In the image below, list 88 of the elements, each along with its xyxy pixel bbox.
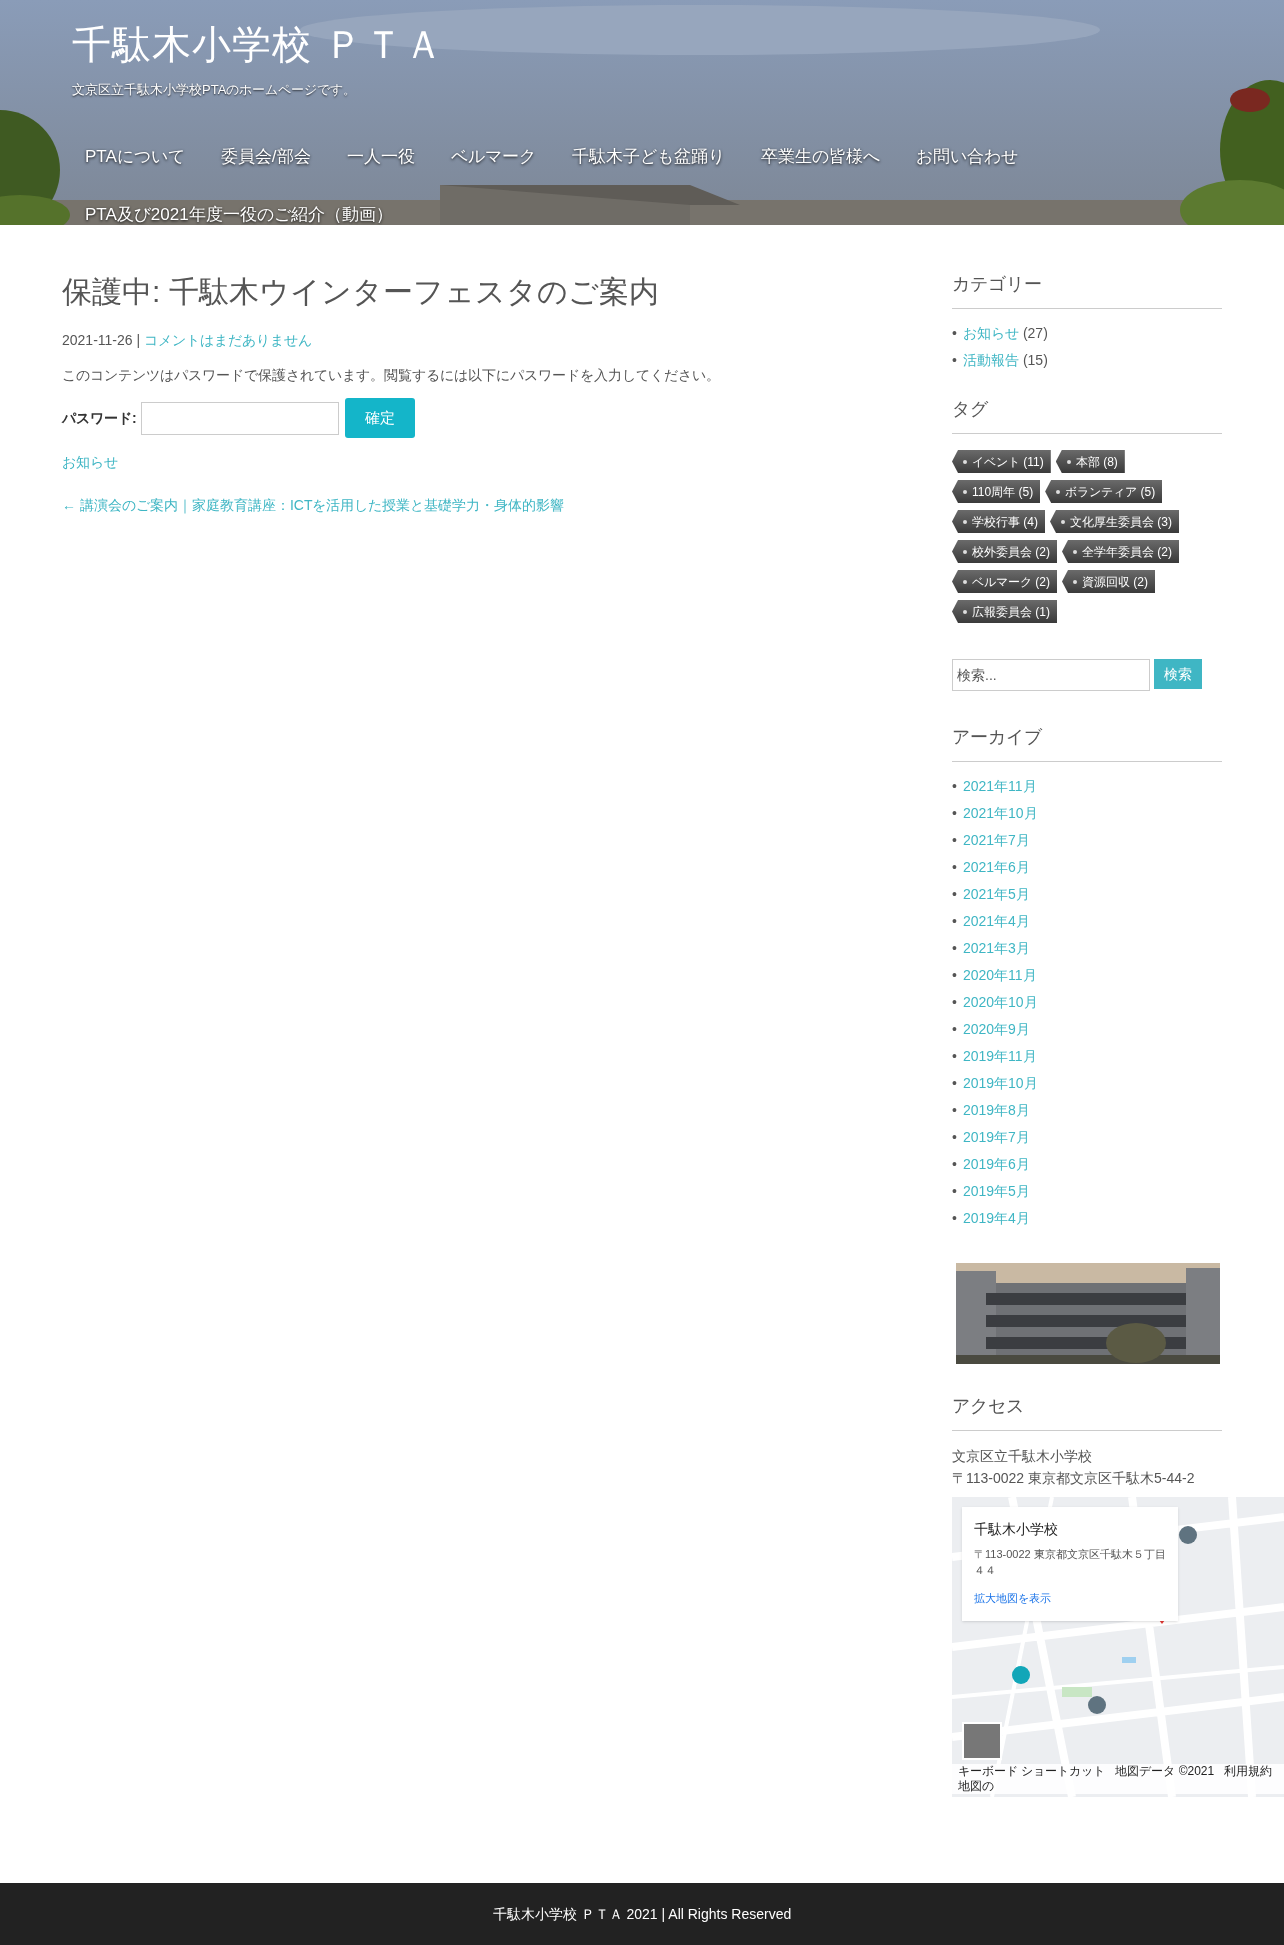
archive-link[interactable]: 2019年5月 [962, 1183, 1030, 1199]
comments-link[interactable]: コメントはまだありません [144, 330, 313, 351]
tag-link[interactable]: 広報委員会 (1) [952, 600, 1057, 623]
site-title[interactable]: 千駄木小学校 ＰＴＡ [72, 22, 1284, 68]
widget-title: アクセス [952, 1395, 1025, 1418]
satellite-view-button[interactable] [962, 1722, 1002, 1760]
archive-link[interactable]: 2019年8月 [962, 1102, 1030, 1118]
bullet: • [952, 832, 957, 848]
place-name: 千駄木小学校 [974, 1520, 1059, 1539]
category-link[interactable]: 活動報告 [962, 352, 1019, 368]
nav-link[interactable]: PTA及び2021年度一役のご紹介（動画） [72, 185, 406, 225]
bullet: • [952, 1183, 957, 1199]
tag-link[interactable]: 本部 (8) [1055, 450, 1125, 473]
category-link[interactable]: お知らせ [62, 452, 118, 473]
archive-link[interactable]: 2021年7月 [962, 832, 1030, 848]
nav-link[interactable]: PTAについて [72, 127, 198, 186]
archive-link[interactable]: 2021年4月 [962, 913, 1030, 929]
archive-link[interactable]: 2019年6月 [962, 1156, 1030, 1172]
footer-text: 千駄木小学校 ＰＴＡ 2021 | All Rights Reserved [492, 1904, 792, 1924]
post-date: 2021-11-26 [62, 331, 133, 350]
tag-link[interactable]: イベント (11) [952, 450, 1051, 473]
password-label: パスワード: [62, 408, 137, 428]
nav-link[interactable]: 千駄木子ども盆踊り [558, 127, 738, 186]
submit-button[interactable]: 確定 [344, 398, 415, 438]
archive-link[interactable]: 2019年11月 [962, 1048, 1037, 1064]
bullet: • [952, 778, 957, 794]
widget-title: カテゴリー [952, 273, 1043, 296]
archive-link[interactable]: 2021年11月 [962, 778, 1037, 794]
bullet: • [952, 1048, 957, 1064]
tag-link[interactable]: ベルマーク (2) [952, 570, 1057, 593]
archive-link[interactable]: 2020年10月 [962, 994, 1038, 1010]
map-attribution-link[interactable]: 地図の [958, 1779, 994, 1794]
nav-link[interactable]: お問い合わせ [902, 127, 1031, 186]
larger-map-link[interactable]: 拡大地図を表示 [974, 1590, 1051, 1607]
tag-link[interactable]: 全学年委員会 (2) [1062, 540, 1179, 563]
protected-notice: このコンテンツはパスワードで保護されています。閲覧するには以下にパスワードを入力してください。 [62, 366, 721, 385]
map-attribution-link[interactable]: 利用規約 [1224, 1764, 1273, 1779]
search-field[interactable]: 検索... [952, 659, 1150, 691]
map-attribution-link[interactable]: キーボード ショートカット [958, 1764, 1106, 1779]
tag-link[interactable]: 学校行事 (4) [952, 510, 1045, 533]
bullet: • [952, 1129, 957, 1145]
archive-link[interactable]: 2021年6月 [962, 859, 1030, 875]
map-attribution-link[interactable]: 地図データ ©2021 [1115, 1764, 1215, 1779]
bullet: • [952, 1156, 957, 1172]
address-line: 文京区立千駄木小学校 [952, 1447, 1092, 1466]
bullet: • [952, 325, 957, 341]
tag-link[interactable]: 110周年 (5) [952, 480, 1041, 503]
bullet: • [952, 1021, 957, 1037]
place-address: 〒113-0022 東京都文京区千駄木５丁目４４ [974, 1547, 1166, 1578]
bullet: • [952, 967, 957, 983]
post-title: 保護中: 千駄木ウインターフェスタのご案内 [62, 274, 660, 310]
tag-link[interactable]: 文化厚生委員会 (3) [1050, 510, 1179, 533]
archive-link[interactable]: 2020年9月 [962, 1021, 1030, 1037]
bullet: • [952, 913, 957, 929]
separator: | [136, 331, 141, 350]
archive-link[interactable]: 2020年11月 [962, 967, 1037, 983]
archive-link[interactable]: 2019年10月 [962, 1075, 1038, 1091]
post-count: (15) [1022, 352, 1048, 368]
bullet: • [952, 886, 957, 902]
bullet: • [952, 859, 957, 875]
nav-link[interactable]: 一人一役 [333, 127, 428, 186]
archive-link[interactable]: 2019年7月 [962, 1129, 1030, 1145]
bullet: • [952, 352, 957, 368]
bullet: • [952, 994, 957, 1010]
search-button[interactable]: 検索 [1154, 659, 1202, 689]
archive-link[interactable]: 2021年3月 [962, 940, 1030, 956]
archive-link[interactable]: 2019年4月 [962, 1210, 1030, 1226]
tag-link[interactable]: ボランティア (5) [1045, 480, 1163, 503]
tag-link[interactable]: 校外委員会 (2) [952, 540, 1057, 563]
nav-link[interactable]: 委員会/部会 [207, 127, 324, 186]
site-tagline: 文京区立千駄木小学校PTAのホームページです。 [72, 81, 358, 99]
category-link[interactable]: お知らせ [962, 325, 1019, 341]
widget-title: タグ [952, 398, 989, 421]
archive-link[interactable]: 2021年5月 [962, 886, 1030, 902]
bullet: • [952, 805, 957, 821]
previous-post-link[interactable]: ← 講演会のご案内｜家庭教育講座：ICTを活用した授業と基礎学力・身体的影響 [62, 495, 565, 516]
bullet: • [952, 1102, 957, 1118]
nav-link[interactable]: 卒業生の皆様へ [747, 127, 893, 186]
archive-link[interactable]: 2021年10月 [962, 805, 1038, 821]
nav-link[interactable]: ベルマーク [437, 127, 549, 186]
bullet: • [952, 940, 957, 956]
bullet: • [952, 1075, 957, 1091]
widget-title: アーカイブ [952, 726, 1043, 749]
password-field[interactable] [140, 401, 339, 435]
tag-link[interactable]: 資源回収 (2) [1062, 570, 1155, 593]
bullet: • [952, 1210, 957, 1226]
address-line: 〒113-0022 東京都文京区千駄木5-44-2 [952, 1469, 1195, 1488]
post-count: (27) [1022, 325, 1048, 341]
